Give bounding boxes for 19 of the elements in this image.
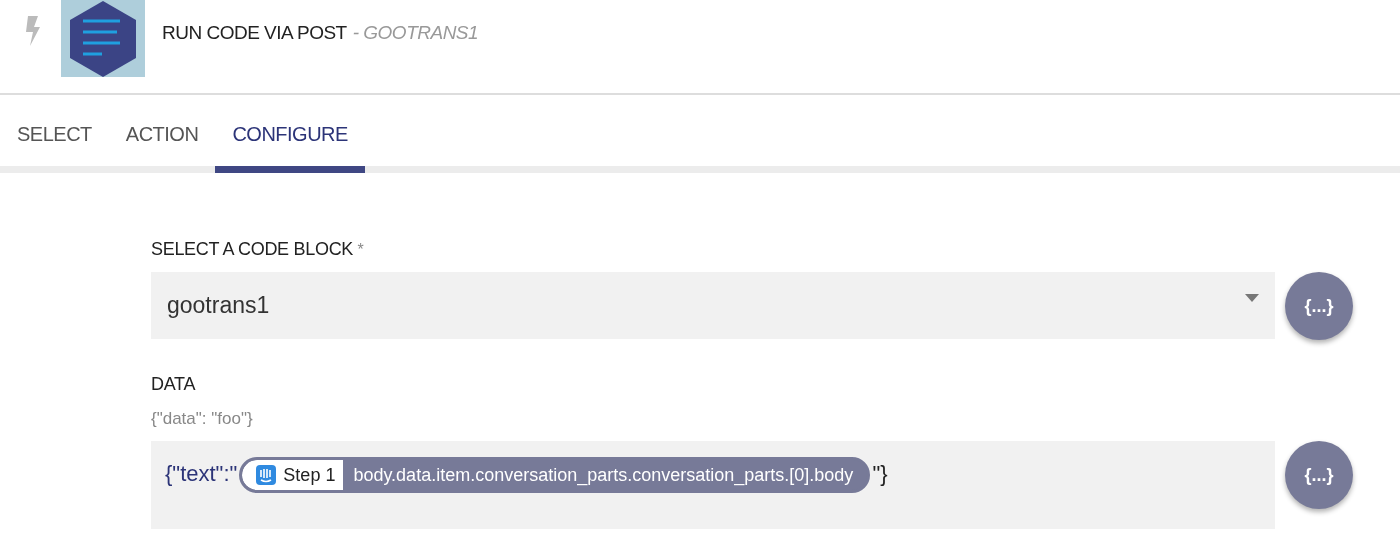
tab[interactable]: SELECT [0,102,109,173]
field-hint: {"data": "foo"} [151,409,254,429]
dropdown-caret-icon [1245,293,1259,302]
variable-token[interactable]: Step 1 body.data.item.conversation_parts.conversation_parts.[0].body [239,457,871,493]
field-label: DATA [151,374,197,395]
field-label: SELECT A CODE BLOCK [151,239,354,259]
required-mark: * [357,241,364,258]
tab[interactable]: ACTION [108,102,216,173]
variable-path: body.data.item.conversation_parts.conversation_parts.[0].body [352,463,855,488]
app-icon [256,465,277,485]
step-label: Step 1 [283,464,336,486]
lightning-icon [24,16,42,46]
insert-variable-button[interactable]: {...} [1285,441,1353,509]
tab[interactable]: CONFIGURE [215,102,365,173]
insert-variable-button[interactable]: {...} [1285,272,1353,340]
data-field[interactable]: {"text":" Step 1 body.data.item.conversation_parts.conversation_parts.[0].body "} [151,441,1275,529]
step-subtitle: - GOOTRANS1 [352,22,479,44]
step-title: RUN CODE VIA POST [162,22,347,44]
code-block-select[interactable]: gootrans1 [151,272,1275,339]
